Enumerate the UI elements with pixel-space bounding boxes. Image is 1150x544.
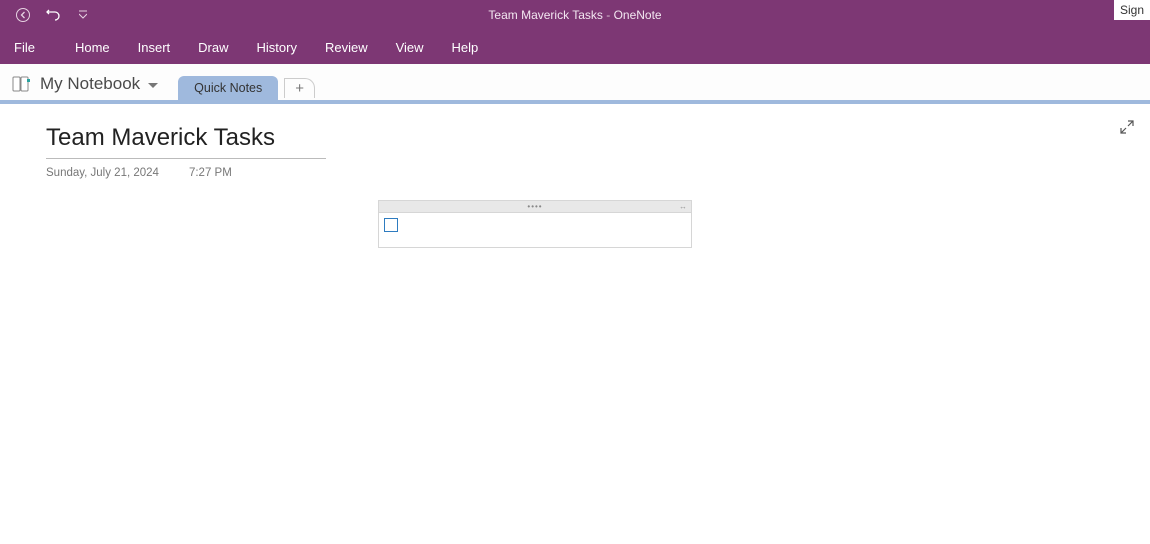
menu-history[interactable]: History xyxy=(243,40,311,55)
menu-bar: File Home Insert Draw History Review Vie… xyxy=(0,30,1150,64)
sign-in-button[interactable]: Sign xyxy=(1114,0,1150,20)
chevron-down-icon xyxy=(148,74,158,94)
note-container-handle[interactable]: •••• ↔ xyxy=(378,200,692,212)
page-date[interactable]: Sunday, July 21, 2024 xyxy=(46,167,159,179)
expand-icon[interactable] xyxy=(1120,120,1136,136)
title-separator: - xyxy=(603,8,614,22)
menu-help[interactable]: Help xyxy=(438,40,493,55)
page-time[interactable]: 7:27 PM xyxy=(189,167,232,179)
grip-icon: •••• xyxy=(527,203,542,211)
section-tab-active[interactable]: Quick Notes xyxy=(178,76,278,100)
add-section-button[interactable]: + xyxy=(284,78,315,98)
back-icon[interactable] xyxy=(14,6,32,24)
notebook-icon xyxy=(12,76,32,92)
resize-icon[interactable]: ↔ xyxy=(679,202,687,211)
page-meta: Sunday, July 21, 2024 7:27 PM xyxy=(46,159,1104,179)
notebook-bar: My Notebook Quick Notes + xyxy=(0,64,1150,104)
app-name-text: OneNote xyxy=(614,8,662,22)
menu-home[interactable]: Home xyxy=(61,40,124,55)
page-area: Team Maverick Tasks Sunday, July 21, 202… xyxy=(0,104,1150,544)
notebook-label: My Notebook xyxy=(40,74,140,94)
menu-review[interactable]: Review xyxy=(311,40,382,55)
note-body[interactable] xyxy=(378,212,692,248)
menu-draw[interactable]: Draw xyxy=(184,40,242,55)
window-title: Team Maverick Tasks - OneNote xyxy=(488,8,661,22)
note-container[interactable]: •••• ↔ xyxy=(378,200,692,248)
notebook-selector[interactable]: My Notebook xyxy=(12,74,178,100)
todo-checkbox[interactable] xyxy=(384,218,398,232)
document-title-text: Team Maverick Tasks xyxy=(488,8,602,22)
customize-qat-icon[interactable] xyxy=(74,6,92,24)
menu-file[interactable]: File xyxy=(0,40,49,55)
menu-view[interactable]: View xyxy=(382,40,438,55)
quick-access-toolbar xyxy=(0,6,92,24)
page-title[interactable]: Team Maverick Tasks xyxy=(46,124,326,159)
title-bar: Team Maverick Tasks - OneNote Sign xyxy=(0,0,1150,30)
menu-insert[interactable]: Insert xyxy=(124,40,185,55)
undo-icon[interactable] xyxy=(44,6,62,24)
